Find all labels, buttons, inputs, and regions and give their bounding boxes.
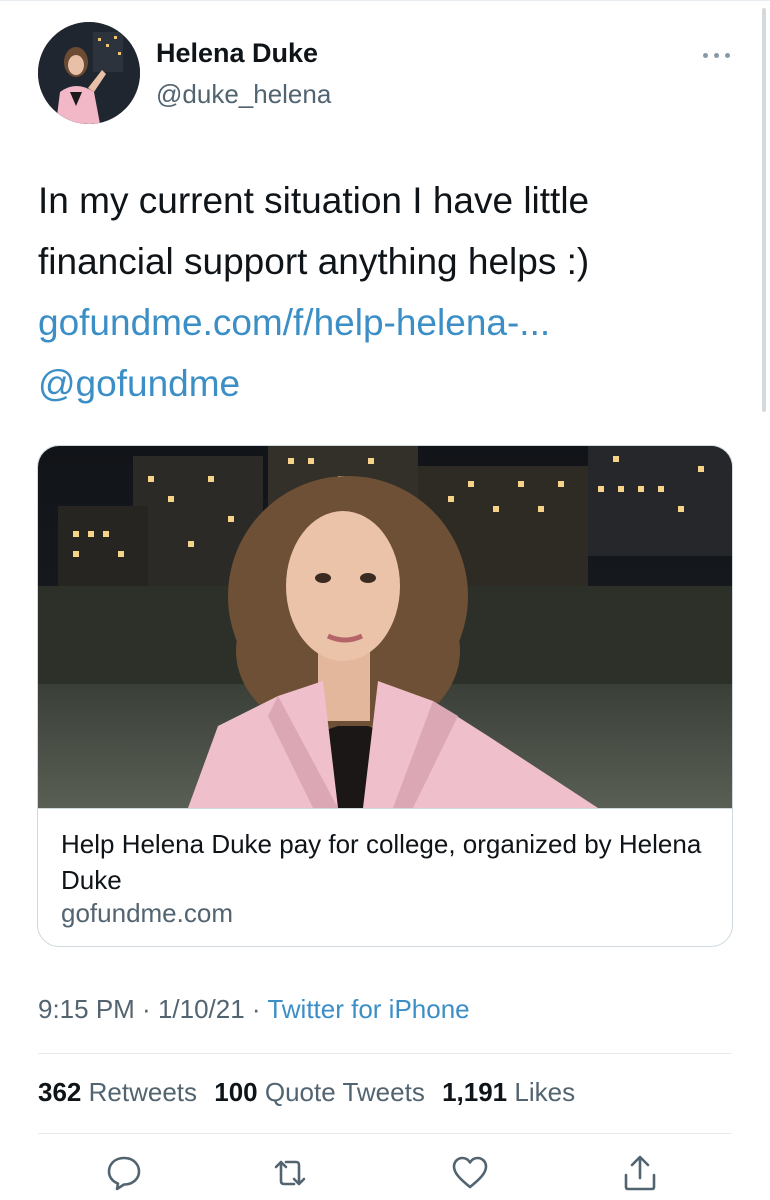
stats-divider-bottom <box>38 1133 732 1134</box>
tweet-link[interactable]: gofundme.com/f/help-helena-... <box>38 292 738 353</box>
tweet-text-line: In my current situation I have little <box>38 180 590 221</box>
tweet-time[interactable]: 9:15 PM <box>38 994 135 1024</box>
reply-icon[interactable] <box>104 1153 144 1193</box>
card-title: Help Helena Duke pay for college, organi… <box>61 829 702 895</box>
meta-separator: · <box>134 994 158 1024</box>
retweet-icon[interactable] <box>270 1153 310 1193</box>
retweets-label: Retweets <box>88 1077 198 1107</box>
top-divider <box>0 0 770 1</box>
tweet-metadata: 9:15 PM · 1/10/21 · Twitter for iPhone <box>38 994 470 1025</box>
stats-divider-top <box>38 1053 732 1054</box>
retweets-count: 362 <box>38 1077 82 1107</box>
likes-label: Likes <box>514 1077 576 1107</box>
more-icon[interactable] <box>697 40 737 70</box>
display-name[interactable]: Helena Duke <box>156 38 318 69</box>
avatar[interactable] <box>38 22 140 124</box>
user-handle[interactable]: @duke_helena <box>156 79 331 110</box>
likes-count: 1,191 <box>442 1077 508 1107</box>
card-domain: gofundme.com <box>61 898 233 928</box>
card-divider <box>38 808 732 809</box>
like-icon[interactable] <box>450 1153 490 1193</box>
scrollbar[interactable] <box>762 8 766 412</box>
tweet-source[interactable]: Twitter for iPhone <box>267 994 469 1024</box>
tweet-mention[interactable]: @gofundme <box>38 353 738 414</box>
quote-tweets-label: Quote Tweets <box>264 1077 425 1107</box>
likes-stat[interactable]: 1,191 Likes <box>442 1077 575 1107</box>
card-image <box>38 446 732 808</box>
share-icon[interactable] <box>620 1153 660 1193</box>
engagement-stats: 362 Retweets 100 Quote Tweets 1,191 Like… <box>38 1077 585 1108</box>
link-preview-card[interactable]: Help Helena Duke pay for college, organi… <box>37 445 733 947</box>
retweets-stat[interactable]: 362 Retweets <box>38 1077 197 1107</box>
quote-tweets-count: 100 <box>214 1077 258 1107</box>
meta-separator: · <box>244 994 268 1024</box>
quote-tweets-stat[interactable]: 100 Quote Tweets <box>214 1077 425 1107</box>
tweet-date[interactable]: 1/10/21 <box>158 994 245 1024</box>
tweet-text-line: financial support anything helps :) <box>38 241 590 282</box>
tweet-text: In my current situation I have little fi… <box>38 170 738 414</box>
